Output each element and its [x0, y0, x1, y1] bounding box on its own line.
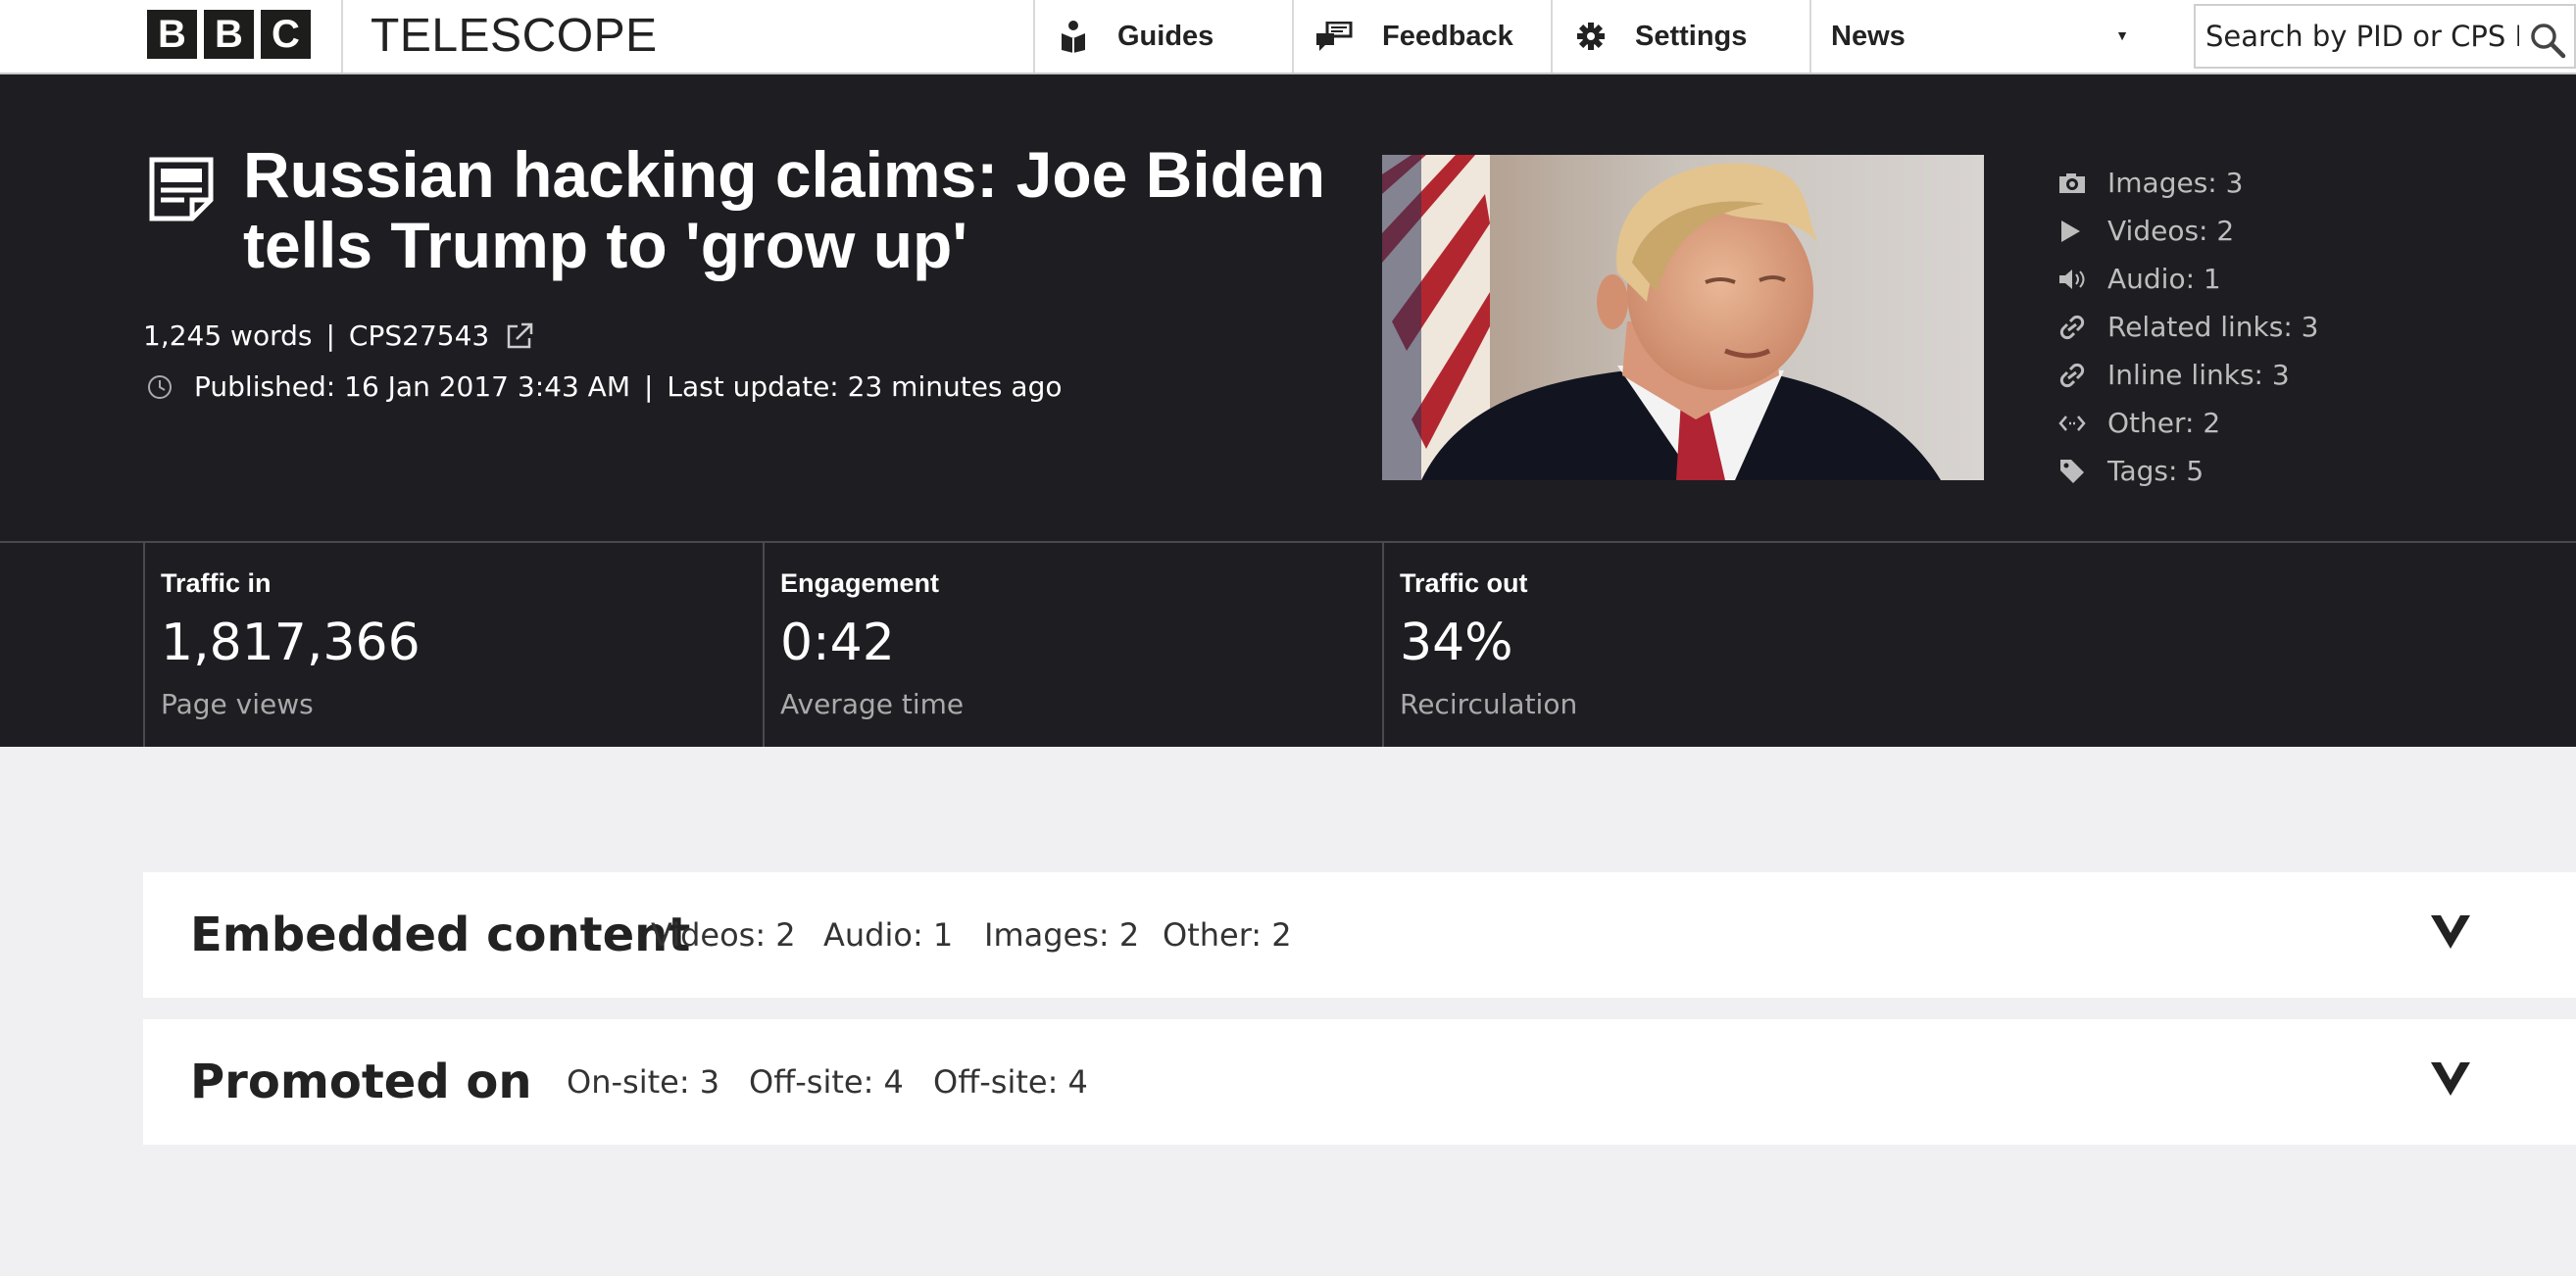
- chevron-down-icon[interactable]: [2431, 915, 2470, 949]
- count-other: Other: 2: [2058, 399, 2319, 447]
- logo-letter: B: [204, 10, 254, 59]
- panel-stat: Videos: 2: [651, 916, 796, 954]
- code-icon: [2058, 415, 2086, 431]
- panel-title: Promoted on: [190, 1055, 532, 1109]
- caret-down-icon: ▼: [2115, 27, 2129, 43]
- chevron-down-icon[interactable]: [2431, 1062, 2470, 1096]
- panel-stat: Off-site: 4: [933, 1063, 1088, 1101]
- count-label: Other: 2: [2107, 407, 2221, 439]
- count-tags: Tags: 5: [2058, 447, 2319, 495]
- nav-divider: [1292, 0, 1294, 73]
- count-inline-links: Inline links: 3: [2058, 351, 2319, 399]
- camera-icon: [2059, 172, 2085, 193]
- stat-sublabel: Recirculation: [1400, 688, 1578, 720]
- count-label: Inline links: 3: [2107, 359, 2290, 391]
- guides-label: Guides: [1117, 20, 1214, 52]
- panel-stat: Images: 2: [984, 916, 1140, 954]
- word-count: 1,245 words: [143, 319, 313, 352]
- promoted-on-panel[interactable]: Promoted on On-site: 3 Off-site: 4 Off-s…: [143, 1019, 2576, 1145]
- stat-label: Engagement: [780, 568, 940, 598]
- panel-stat: Other: 2: [1163, 916, 1292, 954]
- count-videos: Videos: 2: [2058, 207, 2319, 255]
- top-nav: B B C TELESCOPE Guides Feedback Settings…: [0, 0, 2576, 74]
- asset-counts: Images: 3 Videos: 2 Audio: 1 Related lin…: [2058, 159, 2319, 495]
- panel-stat: Off-site: 4: [749, 1063, 904, 1101]
- stat-label: Traffic in: [161, 568, 272, 598]
- panel-stat: On-site: 3: [567, 1063, 720, 1101]
- settings-label: Settings: [1635, 20, 1748, 52]
- stat-value: 0:42: [780, 613, 895, 672]
- search-box: [2194, 4, 2576, 69]
- count-images: Images: 3: [2058, 159, 2319, 207]
- logo-letter: B: [147, 10, 197, 59]
- gear-icon: [1577, 23, 1605, 50]
- article-dates: Published: 16 Jan 2017 3:43 AM | Last up…: [147, 370, 1062, 403]
- article-header: Russian hacking claims: Joe Biden tells …: [0, 74, 2576, 541]
- speaker-icon: [2059, 269, 2085, 289]
- stat-engagement[interactable]: Engagement 0:42 Average time: [763, 543, 1382, 747]
- embedded-content-panel[interactable]: Embedded content Videos: 2 Audio: 1 Imag…: [143, 872, 2576, 998]
- stat-traffic-out[interactable]: Traffic out 34% Recirculation: [1382, 543, 2002, 747]
- app-title[interactable]: TELESCOPE: [371, 10, 658, 63]
- search-input[interactable]: [2205, 20, 2519, 53]
- stat-label: Traffic out: [1400, 568, 1528, 598]
- panel-stat: Audio: 1: [823, 916, 954, 954]
- logo-letter: C: [261, 10, 311, 59]
- guides-icon: [1062, 21, 1085, 53]
- last-update: Last update: 23 minutes ago: [667, 370, 1063, 403]
- feedback-icon: [1316, 22, 1353, 51]
- published-date: Published: 16 Jan 2017 3:43 AM: [194, 370, 630, 403]
- search-icon[interactable]: [2529, 22, 2566, 59]
- stat-value: 34%: [1400, 613, 1513, 672]
- cps-id: CPS27543: [348, 319, 490, 352]
- settings-nav-link[interactable]: Settings: [1576, 0, 1747, 73]
- nav-divider: [1551, 0, 1553, 73]
- count-label: Videos: 2: [2107, 215, 2235, 247]
- play-icon: [2061, 220, 2080, 242]
- stats-bar: Traffic in 1,817,366 Page views Engageme…: [0, 541, 2576, 747]
- stat-value: 1,817,366: [161, 613, 421, 672]
- article-thumbnail[interactable]: [1382, 155, 1984, 480]
- count-label: Related links: 3: [2107, 311, 2319, 343]
- article-headline: Russian hacking claims: Joe Biden tells …: [243, 138, 1326, 281]
- stat-sublabel: Average time: [780, 688, 965, 720]
- tag-icon: [2060, 459, 2084, 483]
- stat-traffic-in[interactable]: Traffic in 1,817,366 Page views: [143, 543, 763, 747]
- link-icon: [2059, 363, 2085, 387]
- count-audio: Audio: 1: [2058, 255, 2319, 303]
- nav-divider: [341, 0, 343, 73]
- count-label: Tags: 5: [2107, 455, 2204, 487]
- article-meta: 1,245 words | CPS27543: [143, 319, 534, 352]
- guides-nav-link[interactable]: Guides: [1059, 0, 1214, 73]
- bbc-logo[interactable]: B B C: [147, 10, 311, 59]
- count-label: Audio: 1: [2107, 263, 2221, 295]
- article-icon: [149, 157, 214, 221]
- section-select[interactable]: News ▼: [1811, 0, 2156, 73]
- section-select-value: News: [1831, 20, 1906, 52]
- count-label: Images: 3: [2107, 167, 2244, 199]
- count-related-links: Related links: 3: [2058, 303, 2319, 351]
- stat-sublabel: Page views: [161, 688, 314, 720]
- panel-title: Embedded content: [190, 908, 691, 962]
- feedback-label: Feedback: [1382, 20, 1513, 52]
- clock-icon: [148, 374, 172, 399]
- nav-divider: [1033, 0, 1035, 73]
- link-icon: [2059, 315, 2085, 339]
- external-link-icon[interactable]: [505, 321, 534, 351]
- feedback-nav-link[interactable]: Feedback: [1315, 0, 1513, 73]
